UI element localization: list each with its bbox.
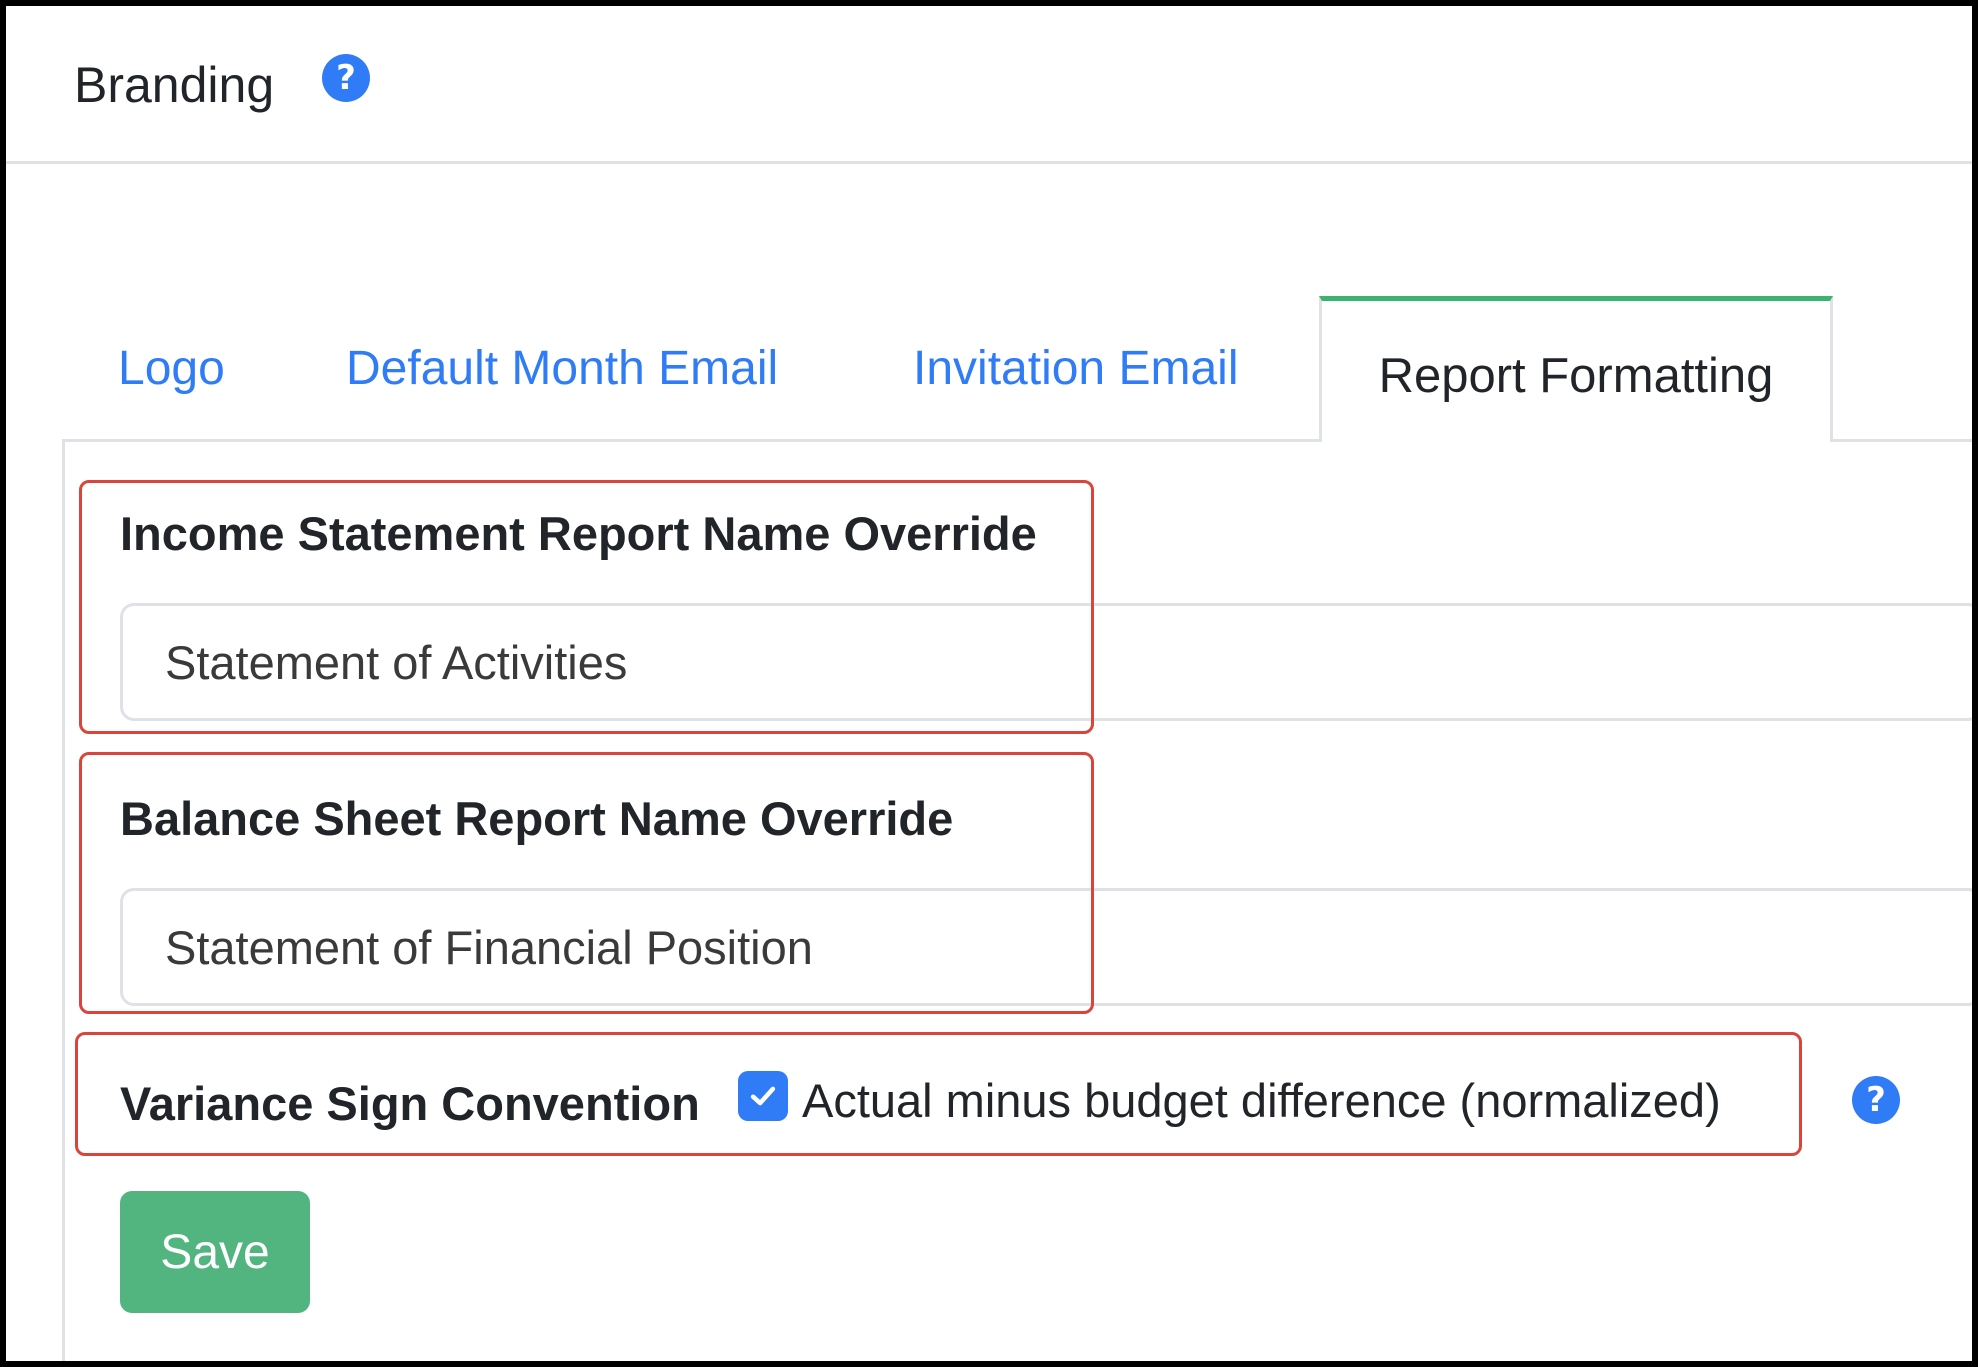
tab-logo[interactable]: Logo [118, 341, 225, 396]
page-header: Branding ? [6, 6, 1972, 164]
balance-sheet-label: Balance Sheet Report Name Override [120, 792, 954, 845]
variance-checkbox[interactable] [738, 1071, 788, 1121]
income-statement-name-input[interactable]: Statement of Activities [120, 603, 1972, 721]
tab-invitation-email[interactable]: Invitation Email [913, 341, 1238, 396]
variance-help-icon[interactable]: ? [1852, 1076, 1900, 1124]
tab-default-month-email[interactable]: Default Month Email [346, 341, 778, 396]
variance-sign-label: Variance Sign Convention [120, 1077, 700, 1130]
help-question-icon[interactable]: ? [322, 54, 370, 102]
save-button[interactable]: Save [120, 1191, 310, 1313]
balance-sheet-name-input[interactable]: Statement of Financial Position [120, 888, 1972, 1006]
app-window: Branding ? Logo Default Month Email Invi… [0, 0, 1978, 1367]
tab-report-formatting[interactable]: Report Formatting [1319, 296, 1833, 442]
income-statement-label: Income Statement Report Name Override [120, 507, 1037, 560]
check-icon [750, 1086, 776, 1106]
page-title: Branding [74, 57, 275, 113]
variance-checkbox-label[interactable]: Actual minus budget difference (normaliz… [802, 1073, 1721, 1128]
